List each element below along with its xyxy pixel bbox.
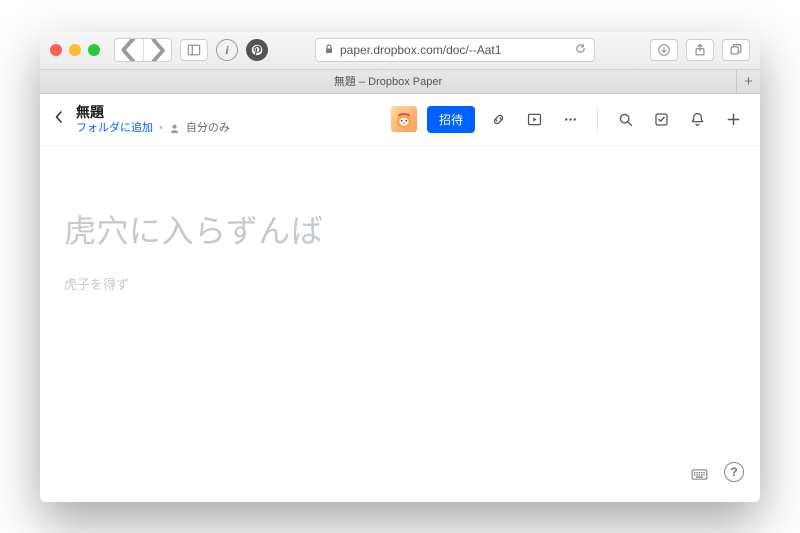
sidebar-toggle-button[interactable]: [180, 39, 208, 61]
share-button[interactable]: [686, 39, 714, 61]
search-icon[interactable]: [612, 106, 638, 132]
url-text: paper.dropbox.com/doc/--Aat1: [340, 43, 501, 57]
pinterest-icon[interactable]: [246, 39, 268, 61]
tasks-icon[interactable]: [648, 106, 674, 132]
invite-button[interactable]: 招待: [427, 106, 475, 133]
window-controls: [50, 44, 100, 56]
address-bar[interactable]: paper.dropbox.com/doc/--Aat1: [315, 38, 595, 62]
title-placeholder[interactable]: 虎穴に入らずんば: [64, 206, 736, 252]
downloads-button[interactable]: [650, 39, 678, 61]
forward-button[interactable]: [143, 39, 171, 61]
create-button[interactable]: [720, 106, 746, 132]
reload-button[interactable]: [575, 43, 586, 57]
divider: [597, 107, 598, 131]
document-meta: フォルダに追加 • 自分のみ: [76, 121, 230, 135]
browser-window: i paper.dropbox.com/doc/--Aat1: [40, 32, 760, 502]
meta-separator: •: [159, 121, 163, 135]
sharing-label: 自分のみ: [186, 121, 230, 135]
notifications-icon[interactable]: [684, 106, 710, 132]
lock-icon: [324, 44, 334, 57]
app-back-button[interactable]: [54, 109, 64, 129]
help-icon[interactable]: ?: [724, 462, 744, 482]
body-placeholder[interactable]: 虎子を得ず: [64, 274, 736, 293]
title-block: 無題 フォルダに追加 • 自分のみ: [76, 103, 230, 135]
browser-right-tools: [650, 39, 750, 61]
close-window-button[interactable]: [50, 44, 62, 56]
link-icon[interactable]: [485, 106, 511, 132]
tab-title[interactable]: 無題 – Dropbox Paper: [40, 73, 736, 89]
tab-bar: 無題 – Dropbox Paper +: [40, 70, 760, 94]
person-icon: [169, 123, 180, 134]
keyboard-icon[interactable]: [686, 462, 712, 488]
document-title: 無題: [76, 103, 230, 121]
app-header: 無題 フォルダに追加 • 自分のみ 招待: [40, 94, 760, 146]
back-button[interactable]: [115, 39, 143, 61]
add-to-folder-link[interactable]: フォルダに追加: [76, 121, 153, 135]
maximize-window-button[interactable]: [88, 44, 100, 56]
bottom-tools: ?: [686, 462, 744, 488]
tabs-button[interactable]: [722, 39, 750, 61]
present-icon[interactable]: [521, 106, 547, 132]
browser-toolbar: i paper.dropbox.com/doc/--Aat1: [40, 32, 760, 70]
document-body[interactable]: 虎穴に入らずんば 虎子を得ず ?: [40, 146, 760, 502]
avatar[interactable]: [391, 106, 417, 132]
more-icon[interactable]: [557, 106, 583, 132]
minimize-window-button[interactable]: [69, 44, 81, 56]
new-tab-button[interactable]: +: [736, 69, 760, 93]
privacy-report-icon[interactable]: i: [216, 39, 238, 61]
nav-buttons: [114, 38, 172, 62]
